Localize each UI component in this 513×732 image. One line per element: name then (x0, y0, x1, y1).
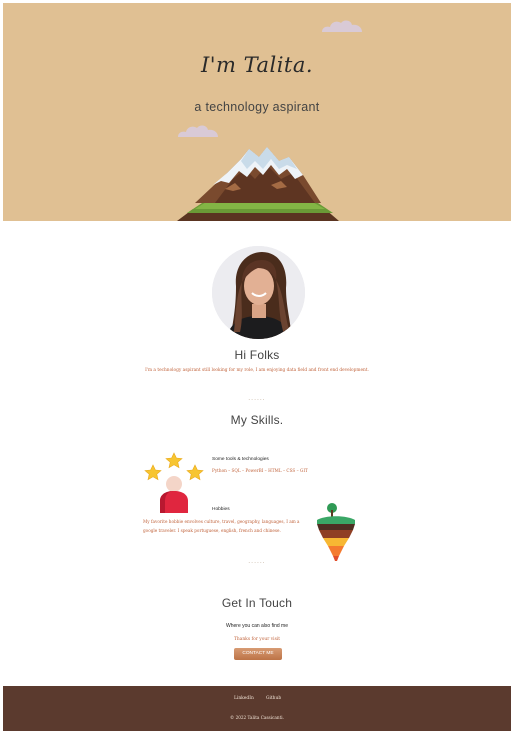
about-title: Hi Folks (234, 348, 280, 362)
page: I'm Talita. a technology aspirant Hi Fol… (3, 3, 511, 731)
hobbies-heading: Hobbies (212, 507, 230, 512)
footer-link-linkedin[interactable]: LinkedIn (234, 696, 254, 701)
footer-copyright: © 2022 Talita Cassicanti. (230, 715, 284, 720)
footer: LinkedIn Github © 2022 Talita Cassicanti… (3, 686, 511, 731)
plant-cone-icon (317, 503, 355, 561)
contact-me-button[interactable]: CONTACT ME (234, 648, 282, 660)
hobbies-text-line1: My favorite hobbie envolves culture, tra… (143, 519, 300, 524)
mountain-illustration (177, 147, 339, 221)
skills-divider: ...... (248, 558, 266, 565)
about-text: I'm a technology aspirant still looking … (145, 368, 369, 373)
stars-person-icon (144, 452, 204, 513)
tools-heading: Some tools & technologies (212, 457, 269, 462)
cloud-icon (322, 20, 362, 32)
hero-subtitle: a technology aspirant (194, 100, 320, 114)
cloud-icon (178, 125, 218, 137)
footer-link-github[interactable]: Github (266, 696, 281, 701)
skills-title: My Skills. (230, 413, 284, 427)
about-divider: ...... (248, 395, 266, 402)
hobbies-text-line2: google traveler. I speak portuguese, eng… (143, 528, 281, 533)
hero-section: I'm Talita. a technology aspirant (3, 3, 511, 221)
contact-thanks: Thanks for your visit (233, 637, 281, 642)
contact-title: Get In Touch (221, 596, 293, 610)
tools-list: Python – SQL – PowerBI – HTML – CSS – GI… (212, 468, 308, 473)
profile-photo-image (212, 246, 305, 339)
profile-photo (212, 246, 305, 339)
hero-title: I'm Talita. (200, 53, 314, 77)
contact-subtitle: Where you can also find me (226, 623, 288, 629)
